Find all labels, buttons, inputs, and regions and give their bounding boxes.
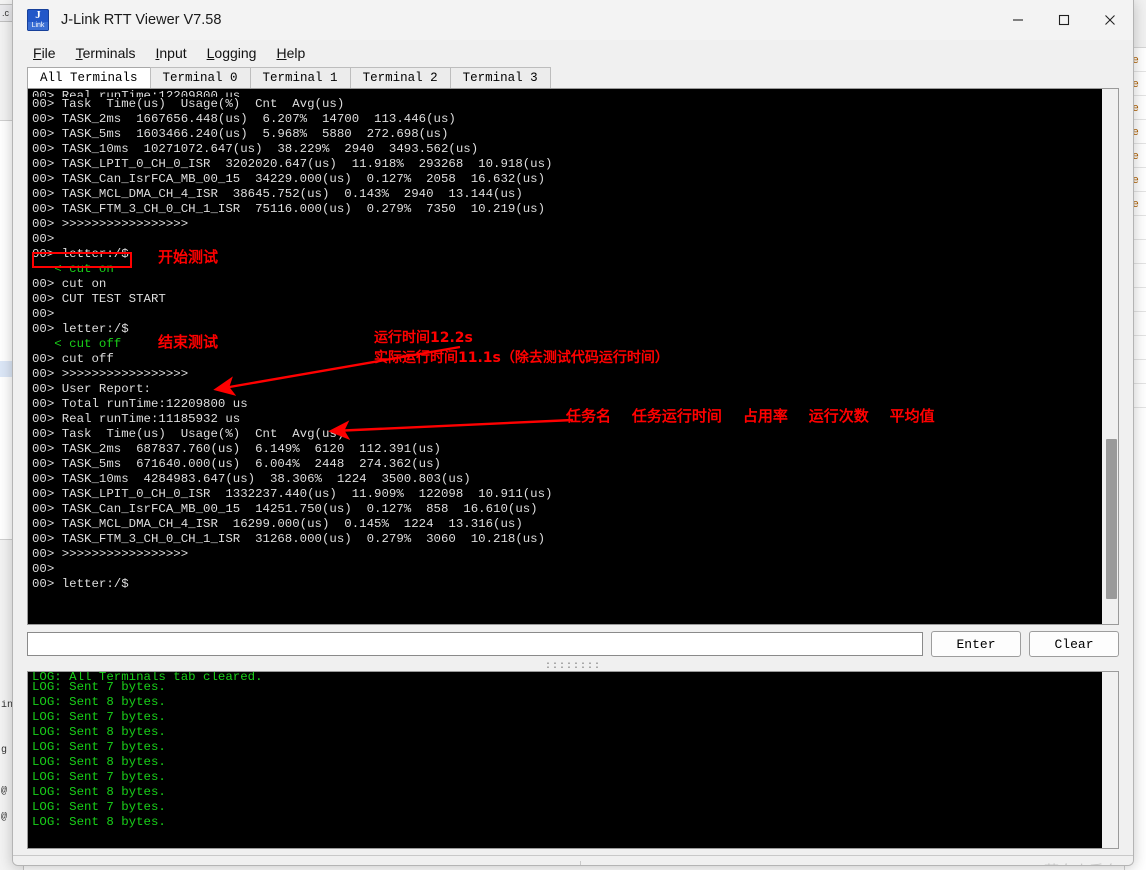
terminal-tab-bar: All Terminals Terminal 0 Terminal 1 Term… bbox=[13, 66, 1133, 88]
tab-terminal-3[interactable]: Terminal 3 bbox=[449, 67, 551, 88]
log-line: LOG: Sent 7 bytes. bbox=[32, 680, 166, 694]
terminal-line: 00> TASK_10ms 4284983.647(us) 38.306% 12… bbox=[32, 472, 471, 486]
terminal-line: 00> cut off bbox=[32, 352, 114, 366]
terminal-line: 00> >>>>>>>>>>>>>>>>> bbox=[32, 547, 189, 561]
menu-item-file[interactable]: File bbox=[23, 43, 66, 63]
status-bar: RTT Viewer connected. 0.074 MB CSDN @蓝白小… bbox=[13, 855, 1133, 866]
maximize-icon[interactable] bbox=[1041, 0, 1087, 40]
terminal-line: 00> TASK_5ms 1603466.240(us) 5.968% 5880… bbox=[32, 127, 449, 141]
csdn-watermark: CSDN @蓝白小手套 bbox=[981, 860, 1133, 865]
log-line: LOG: Sent 7 bytes. bbox=[32, 710, 166, 724]
terminal-line: 00> TASK_5ms 671640.000(us) 6.004% 2448 … bbox=[32, 457, 441, 471]
log-line: LOG: Sent 8 bytes. bbox=[32, 815, 166, 829]
menu-bar: File Terminals Input Logging Help bbox=[13, 40, 1133, 66]
log-pane: LOG: All Terminals tab cleared. LOG: Sent… bbox=[27, 671, 1119, 849]
terminal-line: 00> letter:/$ bbox=[32, 322, 129, 336]
log-line: LOG: Sent 7 bytes. bbox=[32, 800, 166, 814]
menu-label-input: nput bbox=[159, 45, 187, 61]
menu-item-input[interactable]: Input bbox=[145, 43, 196, 63]
desktop-background: .c in g @ @ le le le le le le le J Link … bbox=[0, 0, 1146, 870]
log-line: LOG: Sent 8 bytes. bbox=[32, 695, 166, 709]
menu-label-help: elp bbox=[286, 45, 306, 61]
terminal-line: 00> >>>>>>>>>>>>>>>>> bbox=[32, 217, 189, 231]
log-line: LOG: All Terminals tab cleared. bbox=[32, 672, 263, 680]
status-data-size: 0.074 MB bbox=[861, 864, 981, 866]
terminal-line: 00> bbox=[32, 562, 55, 576]
log-line: LOG: Sent 7 bytes. bbox=[32, 770, 166, 784]
terminal-line: 00> Task Time(us) Usage(%) Cnt Avg(us) bbox=[32, 97, 345, 111]
clear-button[interactable]: Clear bbox=[1029, 631, 1119, 657]
title-bar[interactable]: J Link J-Link RTT Viewer V7.58 bbox=[13, 0, 1133, 40]
terminal-line: 00> Task Time(us) Usage(%) Cnt Avg(us) bbox=[32, 427, 345, 441]
terminal-output-text[interactable]: 00> Real runTime:12209800 us 00> Task Tim… bbox=[28, 89, 1101, 624]
terminal-line: 00> TASK_10ms 10271072.647(us) 38.229% 2… bbox=[32, 142, 479, 156]
window-controls bbox=[995, 0, 1133, 40]
menu-label-logging: ogging bbox=[214, 45, 257, 61]
terminal-line: 00> Total runTime:12209800 us bbox=[32, 397, 248, 411]
pane-splitter-handle[interactable]: :::::::: bbox=[13, 661, 1133, 672]
terminal-line: 00> CUT TEST START bbox=[32, 292, 166, 306]
terminal-output-pane: 00> Real runTime:12209800 us 00> Task Tim… bbox=[27, 88, 1119, 625]
tab-terminal-2[interactable]: Terminal 2 bbox=[349, 67, 451, 88]
menu-label-terminals: erminals bbox=[82, 45, 136, 61]
terminal-line: 00> TASK_2ms 687837.760(us) 6.149% 6120 … bbox=[32, 442, 441, 456]
jlink-logo-icon: J Link bbox=[27, 8, 49, 31]
terminal-line: 00> User Report: bbox=[32, 382, 151, 396]
terminal-line: 00> letter:/$ bbox=[32, 577, 129, 591]
terminal-line: 00> Real runTime:12209800 us bbox=[32, 89, 241, 97]
terminal-line: 00> bbox=[32, 307, 55, 321]
menu-label-file: ile bbox=[41, 45, 56, 61]
menu-item-help[interactable]: Help bbox=[266, 43, 315, 63]
log-line: LOG: Sent 7 bytes. bbox=[32, 740, 166, 754]
tab-terminal-1[interactable]: Terminal 1 bbox=[249, 67, 351, 88]
terminal-line: 00> TASK_Can_IsrFCA_MB_00_15 14251.750(u… bbox=[32, 502, 538, 516]
log-output-text[interactable]: LOG: All Terminals tab cleared. LOG: Sent… bbox=[28, 672, 1101, 848]
terminal-scrollbar[interactable] bbox=[1101, 89, 1118, 624]
terminal-line: 00> TASK_LPIT_0_CH_0_ISR 3202020.647(us)… bbox=[32, 157, 553, 171]
command-input[interactable] bbox=[27, 632, 923, 656]
menu-item-logging[interactable]: Logging bbox=[197, 43, 267, 63]
terminal-line: 00> Real runTime:11185932 us bbox=[32, 412, 241, 426]
terminal-line: 00> TASK_Can_IsrFCA_MB_00_15 34229.000(u… bbox=[32, 172, 546, 186]
terminal-line: 00> bbox=[32, 232, 55, 246]
terminal-line: 00> letter:/$ bbox=[32, 247, 129, 261]
window-title: J-Link RTT Viewer V7.58 bbox=[61, 11, 222, 28]
terminal-line: 00> TASK_FTM_3_CH_0_CH_1_ISR 75116.000(u… bbox=[32, 202, 546, 216]
status-separator bbox=[580, 860, 582, 865]
terminal-line: 00> TASK_MCL_DMA_CH_4_ISR 38645.752(us) … bbox=[32, 187, 523, 201]
menu-item-terminals[interactable]: Terminals bbox=[66, 43, 146, 63]
terminal-line: 00> cut on bbox=[32, 277, 107, 291]
log-line: LOG: Sent 8 bytes. bbox=[32, 725, 166, 739]
enter-button[interactable]: Enter bbox=[931, 631, 1021, 657]
terminal-line: < cut off bbox=[32, 337, 122, 351]
terminal-scrollbar-thumb[interactable] bbox=[1106, 439, 1117, 599]
tab-terminal-0[interactable]: Terminal 0 bbox=[149, 67, 251, 88]
log-scrollbar[interactable] bbox=[1101, 672, 1118, 848]
terminal-line: 00> TASK_LPIT_0_CH_0_ISR 1332237.440(us)… bbox=[32, 487, 553, 501]
minimize-icon[interactable] bbox=[995, 0, 1041, 40]
close-icon[interactable] bbox=[1087, 0, 1133, 40]
terminal-line: 00> TASK_MCL_DMA_CH_4_ISR 16299.000(us) … bbox=[32, 517, 523, 531]
terminal-line: 00> TASK_2ms 1667656.448(us) 6.207% 1470… bbox=[32, 112, 456, 126]
log-line: LOG: Sent 8 bytes. bbox=[32, 785, 166, 799]
terminal-scrollbar-track[interactable] bbox=[1104, 91, 1117, 622]
terminal-line: 00> TASK_FTM_3_CH_0_CH_1_ISR 31268.000(u… bbox=[32, 532, 546, 546]
log-line: LOG: Sent 8 bytes. bbox=[32, 755, 166, 769]
tab-all-terminals[interactable]: All Terminals bbox=[27, 67, 151, 88]
terminal-line: < cut on bbox=[32, 262, 114, 276]
status-connection-text: RTT Viewer connected. bbox=[13, 864, 580, 866]
command-input-row: Enter Clear bbox=[13, 625, 1133, 661]
terminal-line: 00> >>>>>>>>>>>>>>>>> bbox=[32, 367, 189, 381]
rtt-viewer-window: J Link J-Link RTT Viewer V7.58 File Termi… bbox=[12, 0, 1134, 866]
